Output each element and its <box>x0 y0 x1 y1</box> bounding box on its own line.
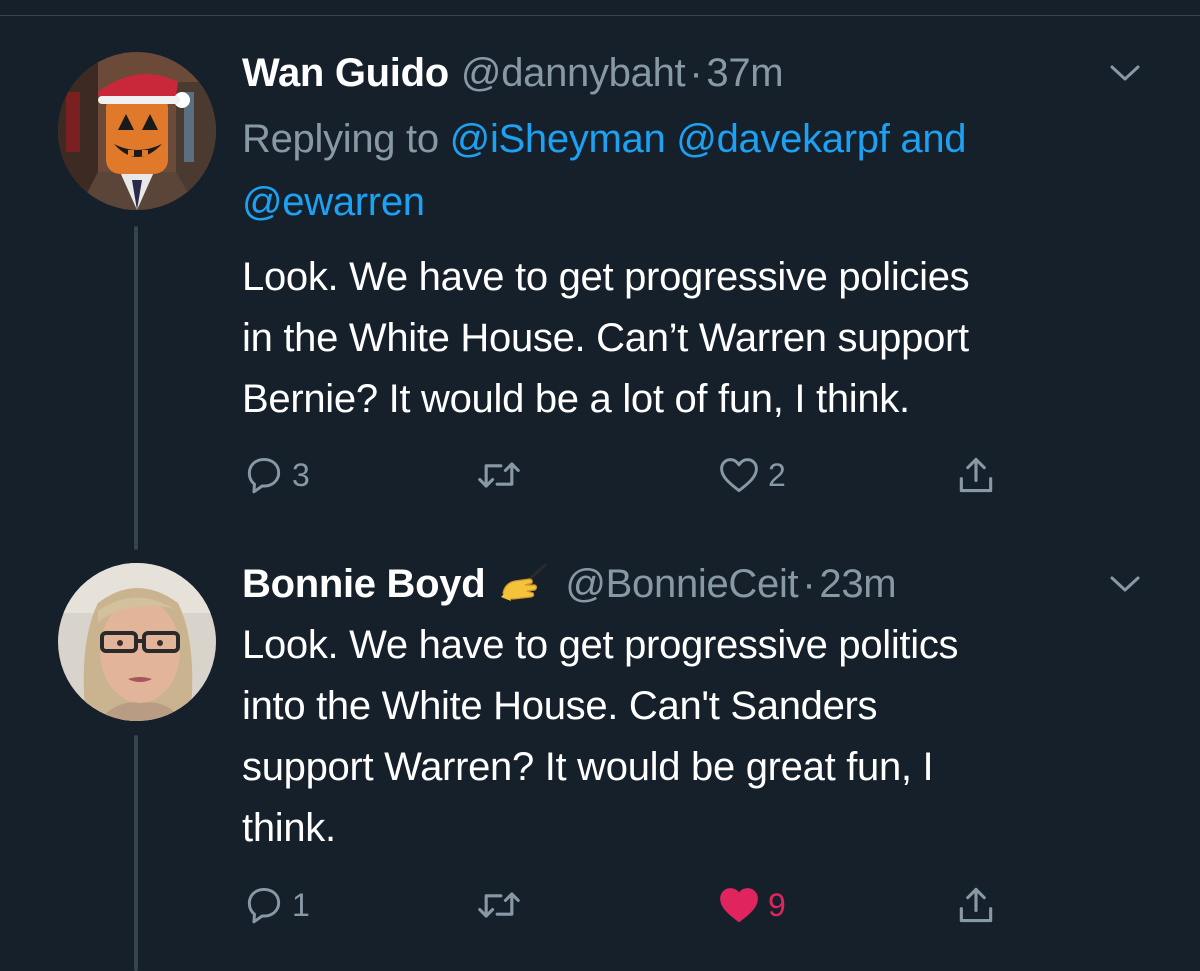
mention-link[interactable]: @ewarren <box>242 180 425 224</box>
reply-count: 3 <box>292 456 310 493</box>
tweet-text-line: Look. We have to get progressive politic… <box>242 623 959 667</box>
like-button[interactable]: 2 <box>716 450 786 500</box>
like-count: 9 <box>768 886 786 923</box>
share-icon <box>959 457 993 493</box>
chevron-down-icon[interactable] <box>1108 567 1142 601</box>
mention-link[interactable]: @iSheyman <box>450 117 666 161</box>
mention-and[interactable]: and <box>900 117 966 161</box>
retweet-icon <box>478 462 520 488</box>
tweet-text-line: Look. We have to get progressive policie… <box>242 255 970 299</box>
replying-prefix: Replying to <box>242 117 439 161</box>
tweet-text-line: support Warren? It would be great fun, I <box>242 745 934 789</box>
share-icon <box>959 887 993 923</box>
tweet-text-line: Bernie? It would be a lot of fun, I thin… <box>242 377 910 421</box>
tweet-text: Look. We have to get progressive policie… <box>242 247 1142 430</box>
username[interactable]: @BonnieCeit <box>565 562 798 606</box>
like-count: 2 <box>768 456 786 493</box>
reply-button[interactable]: 3 <box>242 450 310 500</box>
retweet-button[interactable] <box>474 450 524 500</box>
reply-icon <box>247 457 281 494</box>
writing-hand-icon <box>501 563 547 601</box>
timestamp[interactable]: 37m <box>706 51 783 95</box>
action-bar: 1 9 <box>242 880 1042 930</box>
reply-count: 1 <box>292 886 310 923</box>
display-name[interactable]: Bonnie Boyd <box>242 562 486 606</box>
replying-to: Replying to @iSheyman @davekarpf and @ew… <box>242 108 1142 234</box>
separator: · <box>689 51 703 95</box>
retweet-icon <box>478 892 520 918</box>
heart-icon <box>720 458 758 493</box>
chevron-down-icon[interactable] <box>1108 56 1142 90</box>
separator: · <box>802 562 816 606</box>
avatar[interactable] <box>58 563 216 721</box>
tweet-bonnie-boyd[interactable]: Bonnie Boyd @BonnieCeit · 23m Look. We hav… <box>0 550 1200 971</box>
tweet-text-line: in the White House. Can’t Warren support <box>242 316 969 360</box>
tweet-wan-guido[interactable]: Wan Guido @dannybaht · 37m Replying to @iSh… <box>0 0 1200 550</box>
tweet-text-line: think. <box>242 806 336 850</box>
reply-icon <box>247 887 281 924</box>
reply-button[interactable]: 1 <box>242 880 310 930</box>
action-bar: 3 2 <box>242 450 1042 500</box>
tweet-header: Bonnie Boyd @BonnieCeit · 23m <box>242 561 897 607</box>
tweet-text-line: into the White House. Can't Sanders <box>242 684 878 728</box>
thread-line <box>134 735 138 971</box>
heart-filled-icon <box>720 888 758 923</box>
share-button[interactable] <box>954 450 998 500</box>
mention-link[interactable]: @davekarpf <box>676 117 890 161</box>
share-button[interactable] <box>954 880 998 930</box>
display-name[interactable]: Wan Guido <box>242 51 449 95</box>
tweet-header: Wan Guido @dannybaht · 37m <box>242 50 784 96</box>
username[interactable]: @dannybaht <box>461 51 686 95</box>
retweet-button[interactable] <box>474 880 524 930</box>
tweet-text: Look. We have to get progressive politic… <box>242 615 1142 859</box>
thread-line <box>134 226 138 550</box>
avatar[interactable] <box>58 52 216 210</box>
timestamp[interactable]: 23m <box>819 562 896 606</box>
like-button[interactable]: 9 <box>716 880 786 930</box>
